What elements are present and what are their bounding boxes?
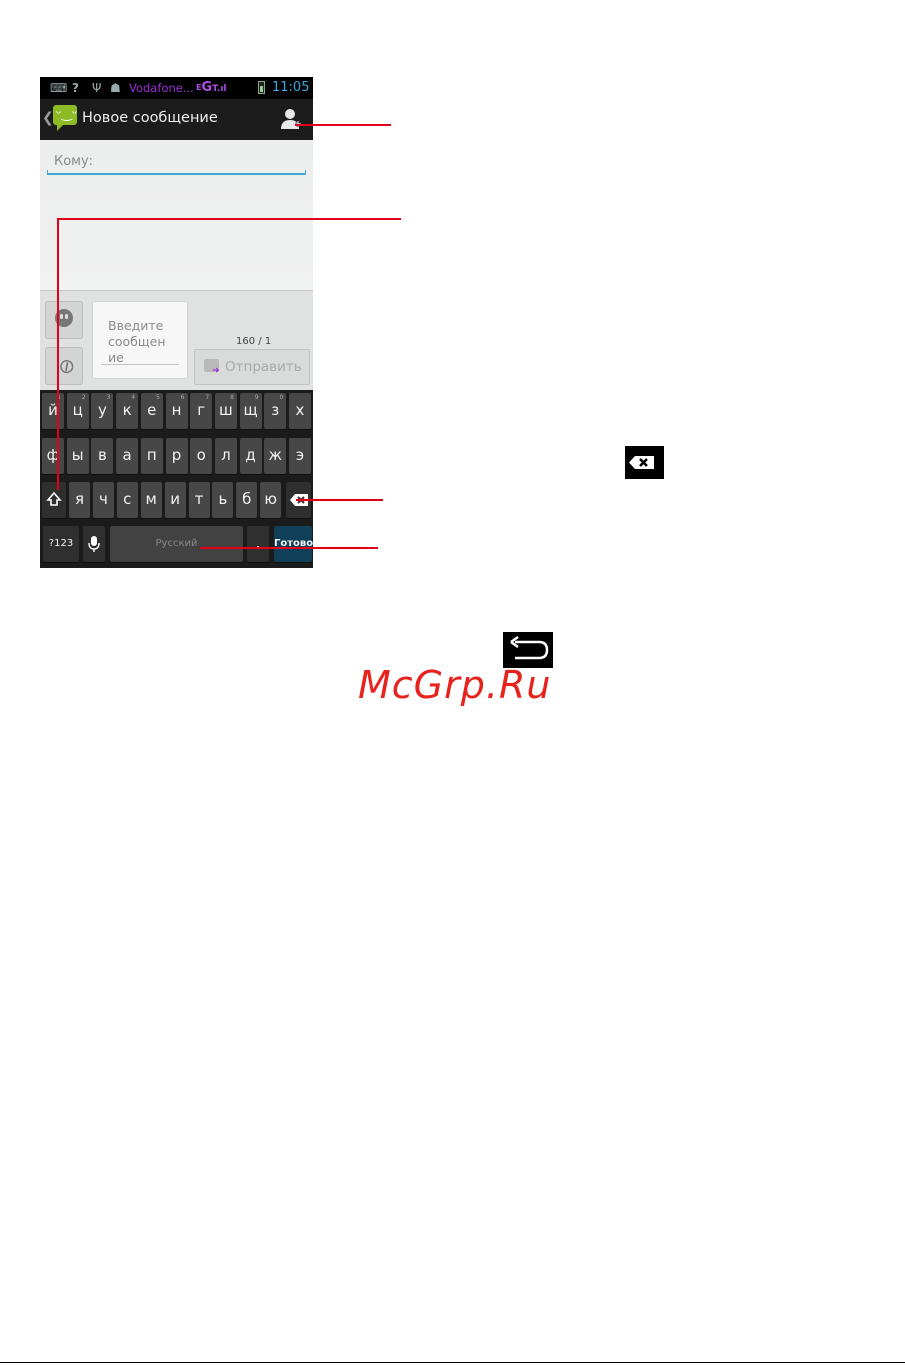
messaging-app-icon[interactable]: ᵕ‿ᵕ — [53, 105, 77, 131]
status-bar: ⌨ ? Ψ ☗ Vodafone... EGT.ıl 11:05 — [40, 77, 313, 99]
network-type-label: G — [201, 80, 213, 95]
key-11[interactable]: х — [289, 393, 311, 429]
shift-key[interactable] — [42, 482, 66, 518]
key-row2-5[interactable]: п — [140, 438, 163, 474]
recipient-underline — [47, 170, 306, 175]
key-4[interactable]: к4 — [116, 393, 139, 429]
delete-key-icon — [625, 446, 664, 479]
callout-space — [200, 547, 378, 549]
network-type-icon: EGT.ıl — [196, 80, 227, 95]
page-title: Новое сообщение — [82, 110, 218, 126]
key-row3-5[interactable]: и — [164, 482, 186, 518]
callout-contact — [295, 124, 391, 126]
key-2[interactable]: ц2 — [66, 393, 89, 429]
add-contact-icon[interactable] — [280, 107, 302, 131]
back-chevron-icon[interactable]: ❮ — [42, 110, 54, 126]
send-button[interactable]: ➜ Отправить — [194, 349, 310, 385]
key-7[interactable]: г7 — [190, 393, 213, 429]
key-row2-8[interactable]: л — [214, 438, 237, 474]
key-row3-1[interactable]: я — [69, 482, 90, 518]
key-row3-8[interactable]: б — [236, 482, 258, 518]
android-debug-icon: ☗ — [110, 81, 121, 95]
compose-bar: ⊘ Введите сообщен ие 160 / 1 ➜ Отправить — [40, 290, 313, 391]
key-row3-7[interactable]: ь — [212, 482, 234, 518]
footer-rule — [0, 1362, 905, 1363]
attach-button[interactable]: ⊘ — [45, 347, 83, 385]
key-9[interactable]: щ9 — [239, 393, 262, 429]
status-clock: 11:05 — [272, 80, 310, 95]
send-label: Отправить — [225, 359, 302, 375]
key-row2-1[interactable]: ф — [42, 438, 64, 474]
done-key[interactable]: Готово — [274, 526, 313, 562]
character-counter: 160 / 1 — [236, 336, 272, 347]
key-row2-3[interactable]: в — [91, 438, 114, 474]
callout-message-area — [57, 218, 401, 220]
emoji-button[interactable] — [45, 301, 83, 339]
key-row2-10[interactable]: ж — [264, 438, 287, 474]
key-row2-4[interactable]: а — [116, 438, 139, 474]
key-row2-9[interactable]: д — [239, 438, 262, 474]
shift-icon — [46, 491, 62, 506]
recipient-area: Кому: — [40, 140, 313, 290]
recipient-input[interactable]: Кому: — [54, 154, 93, 169]
key-row3-4[interactable]: м — [140, 482, 162, 518]
keyboard-icon: ⌨ — [50, 81, 68, 95]
key-row2-6[interactable]: р — [165, 438, 188, 474]
symbols-key[interactable]: ?123 — [43, 526, 79, 562]
key-3[interactable]: у3 — [91, 393, 114, 429]
callout-shift-vertical — [57, 218, 59, 490]
key-row2-2[interactable]: ы — [66, 438, 89, 474]
voice-input-key[interactable] — [83, 526, 105, 562]
usb-icon: Ψ — [92, 81, 102, 95]
key-6[interactable]: н6 — [165, 393, 188, 429]
key-row3-2[interactable]: ч — [92, 482, 114, 518]
key-row2-7[interactable]: о — [190, 438, 213, 474]
key-row3-6[interactable]: т — [188, 482, 210, 518]
key-row3-9[interactable]: ю — [260, 482, 282, 518]
action-bar: ❮ ᵕ‿ᵕ Новое сообщение — [40, 99, 313, 140]
wifi-question-icon: ? — [72, 81, 79, 95]
battery-icon — [258, 81, 265, 94]
soft-keyboard: й1ц2у3к4е5н6г7ш8щ9з0х фывапролджэ ячсмитьб… — [40, 390, 313, 568]
key-8[interactable]: ш8 — [214, 393, 237, 429]
message-input[interactable]: Введите сообщен ие — [92, 301, 188, 379]
key-row3-3[interactable]: с — [116, 482, 138, 518]
microphone-icon — [88, 536, 100, 552]
watermark: McGrp.Ru — [358, 663, 552, 707]
key-10[interactable]: з0 — [264, 393, 287, 429]
key-1[interactable]: й1 — [42, 393, 64, 429]
phone-screenshot: ⌨ ? Ψ ☗ Vodafone... EGT.ıl 11:05 ❮ ᵕ‿ᵕ Н… — [40, 77, 313, 568]
key-row2-11[interactable]: э — [289, 438, 311, 474]
carrier-name: Vodafone... — [129, 81, 194, 95]
period-key[interactable]: . — [247, 526, 269, 562]
callout-delete — [296, 499, 383, 501]
space-key[interactable]: Русский — [110, 526, 243, 562]
message-placeholder: Введите сообщен ие — [108, 318, 166, 365]
key-5[interactable]: е5 — [140, 393, 163, 429]
